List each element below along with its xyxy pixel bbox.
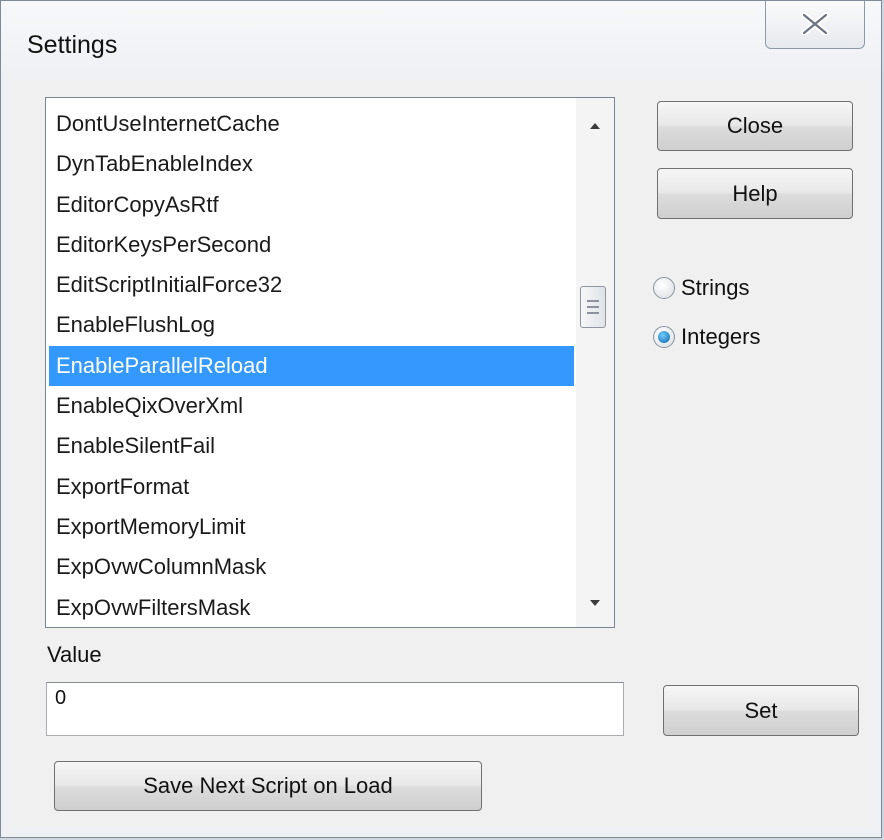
settings-listbox[interactable]: DontUseInternetCache DynTabEnableIndex Edi… [45,97,615,628]
scroll-thumb[interactable] [580,286,606,328]
arrow-up-icon [590,123,600,129]
window-title: Settings [27,31,118,59]
save-next-script-button[interactable]: Save Next Script on Load [54,761,482,811]
list-scrollbar[interactable] [576,98,614,627]
list-item[interactable]: EnableQixOverXml [49,386,574,426]
title-bar: Settings [1,1,881,79]
list-item[interactable]: EditorKeysPerSecond [49,225,574,265]
dialog-body: DontUseInternetCache DynTabEnableIndex Edi… [11,79,871,827]
radio-circle[interactable] [653,326,675,348]
help-button[interactable]: Help [657,168,853,219]
scroll-down-arrow[interactable] [585,593,605,613]
list-item[interactable]: EnableFlushLog [49,305,574,345]
strings-radio-label: Strings [681,275,750,300]
list-item[interactable]: EnableSilentFail [49,426,574,466]
radio-circle[interactable] [653,277,675,299]
list-item[interactable]: ExportFormat [49,467,574,507]
list-item[interactable]: DynTabEnableIndex [49,144,574,184]
list-item[interactable]: EditorCopyAsRtf [49,185,574,225]
list-item[interactable]: DontUseInternetCache [49,104,574,144]
settings-list: DontUseInternetCache DynTabEnableIndex Edi… [49,104,574,627]
arrow-down-icon [590,600,600,606]
value-input[interactable] [46,682,624,736]
list-item[interactable]: EnableParallelReload [49,345,574,387]
list-item[interactable]: ExportMemoryLimit [49,507,574,547]
list-item[interactable]: ExpOvwColumnMask [49,547,574,587]
list-item[interactable]: ExpOvwFiltersMask [49,588,574,627]
window-close-button[interactable] [765,1,865,49]
settings-dialog: Settings DontUseInternetCache DynTabEnabl… [0,0,882,838]
strings-radio[interactable]: Strings [653,273,749,303]
scroll-up-arrow[interactable] [585,116,605,136]
integers-radio-label: Integers [681,324,761,349]
close-button[interactable]: Close [657,101,853,151]
set-button[interactable]: Set [663,685,859,736]
integers-radio[interactable]: Integers [653,322,761,352]
value-label: Value [47,642,102,667]
list-item[interactable]: EditScriptInitialForce32 [49,265,574,305]
close-icon [801,13,829,35]
